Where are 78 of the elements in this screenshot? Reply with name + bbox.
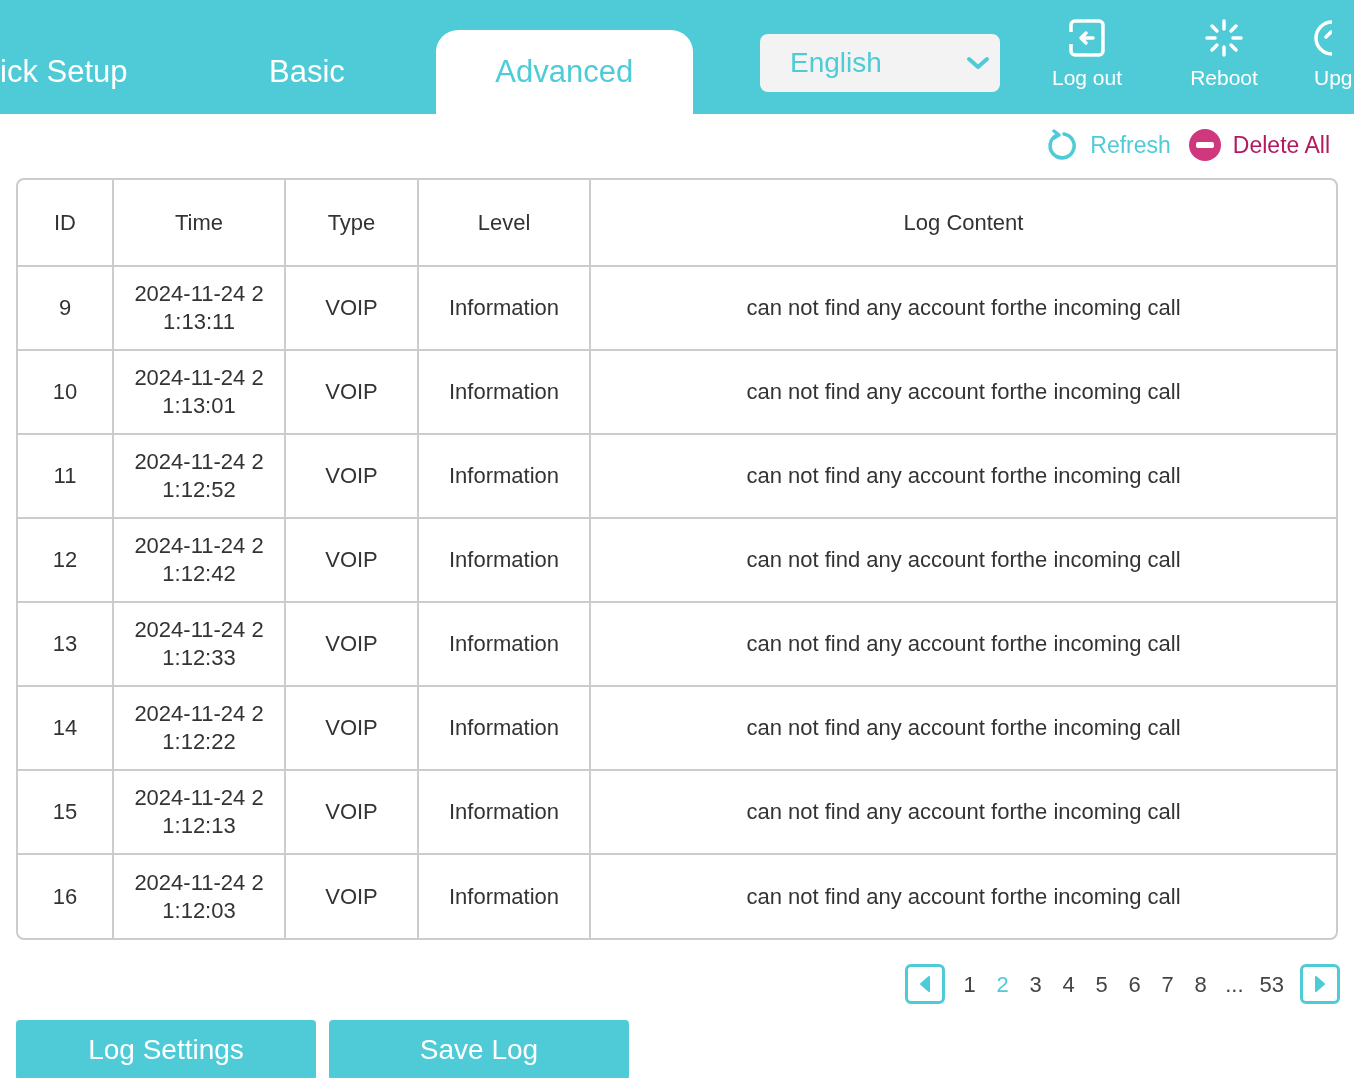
page-link[interactable]: 4 bbox=[1052, 967, 1086, 1001]
column-header: Type bbox=[285, 180, 418, 266]
table-cell: 12 bbox=[18, 518, 113, 602]
table-cell: 2024-11-24 21:12:13 bbox=[113, 770, 285, 854]
next-page-button[interactable] bbox=[1300, 964, 1340, 1004]
nav-tab[interactable]: Advanced bbox=[435, 30, 693, 114]
page-link[interactable]: 3 bbox=[1019, 967, 1053, 1001]
table-cell: can not find any account forthe incoming call bbox=[590, 770, 1336, 854]
table-cell: 15 bbox=[18, 770, 113, 854]
table-cell: 2024-11-24 21:12:42 bbox=[113, 518, 285, 602]
table-cell: VOIP bbox=[285, 266, 418, 350]
table-cell: VOIP bbox=[285, 854, 418, 938]
nav-tab[interactable]: ick Setup bbox=[0, 30, 179, 114]
table-cell: 16 bbox=[18, 854, 113, 938]
table-cell: 11 bbox=[18, 434, 113, 518]
page-link[interactable]: 6 bbox=[1118, 967, 1152, 1001]
table-cell: VOIP bbox=[285, 686, 418, 770]
table-cell: 2024-11-24 21:12:22 bbox=[113, 686, 285, 770]
chevron-down-icon bbox=[966, 55, 990, 71]
table-cell: Information bbox=[418, 350, 590, 434]
table-cell: Information bbox=[418, 854, 590, 938]
table-cell: 2024-11-24 21:13:11 bbox=[113, 266, 285, 350]
table-cell: Information bbox=[418, 770, 590, 854]
table-cell: 14 bbox=[18, 686, 113, 770]
page-link[interactable]: 2 bbox=[986, 967, 1020, 1001]
logout-icon bbox=[1067, 18, 1107, 58]
table-cell: can not find any account forthe incoming call bbox=[590, 854, 1336, 938]
table-cell: 2024-11-24 21:12:33 bbox=[113, 602, 285, 686]
table-cell: can not find any account forthe incoming call bbox=[590, 686, 1336, 770]
table-cell: can not find any account forthe incoming call bbox=[590, 434, 1336, 518]
column-header: Log Content bbox=[590, 180, 1336, 266]
table-cell: 10 bbox=[18, 350, 113, 434]
delete-all-button[interactable]: Delete All bbox=[1188, 127, 1330, 163]
table-cell: VOIP bbox=[285, 434, 418, 518]
table-cell: VOIP bbox=[285, 518, 418, 602]
header-action-label: Reboot bbox=[1190, 65, 1258, 91]
page-link[interactable]: 7 bbox=[1151, 967, 1185, 1001]
header-action-button[interactable]: Upg bbox=[1314, 18, 1354, 94]
table-cell: 2024-11-24 21:12:03 bbox=[113, 854, 285, 938]
table-cell: Information bbox=[418, 266, 590, 350]
page-link[interactable]: 5 bbox=[1085, 967, 1119, 1001]
log-settings-button[interactable]: Log Settings bbox=[16, 1020, 316, 1078]
chevron-right-icon bbox=[1313, 975, 1327, 993]
page-link[interactable]: 8 bbox=[1184, 967, 1218, 1001]
table-cell: VOIP bbox=[285, 602, 418, 686]
table-cell: Information bbox=[418, 602, 590, 686]
table-cell: Information bbox=[418, 518, 590, 602]
minus-circle-icon bbox=[1188, 129, 1221, 161]
table-cell: Information bbox=[418, 686, 590, 770]
table-cell: VOIP bbox=[285, 770, 418, 854]
refresh-button[interactable]: Refresh bbox=[1048, 127, 1171, 163]
language-select[interactable]: English bbox=[760, 34, 1000, 92]
table-cell: can not find any account forthe incoming call bbox=[590, 266, 1336, 350]
page-link[interactable]: 53 bbox=[1251, 967, 1292, 1001]
column-header: Level bbox=[418, 180, 590, 266]
table-cell: VOIP bbox=[285, 350, 418, 434]
header-action-label: Upg bbox=[1314, 65, 1353, 91]
page-link[interactable]: ... bbox=[1217, 967, 1252, 1001]
table-cell: can not find any account forthe incoming call bbox=[590, 518, 1336, 602]
nav-tab[interactable]: Basic bbox=[178, 30, 436, 114]
header-action-button[interactable]: Reboot bbox=[1174, 18, 1274, 94]
spinner-icon bbox=[1204, 18, 1244, 58]
table-cell: 13 bbox=[18, 602, 113, 686]
previous-page-button[interactable] bbox=[905, 964, 946, 1004]
header-action-label: Log out bbox=[1051, 65, 1123, 91]
page-link[interactable]: 1 bbox=[953, 967, 987, 1001]
table-cell: can not find any account forthe incoming call bbox=[590, 602, 1336, 686]
table-cell: can not find any account forthe incoming call bbox=[590, 350, 1336, 434]
save-log-button[interactable]: Save Log bbox=[329, 1020, 629, 1078]
table-cell: 2024-11-24 21:13:01 bbox=[113, 350, 285, 434]
column-header: Time bbox=[113, 180, 285, 266]
table-cell: 9 bbox=[18, 266, 113, 350]
refresh-icon bbox=[1048, 129, 1079, 161]
table-cell: 2024-11-24 21:12:52 bbox=[113, 434, 285, 518]
column-header: ID bbox=[18, 180, 113, 266]
header-action-button[interactable]: Log out bbox=[1037, 18, 1137, 94]
table-cell: Information bbox=[418, 434, 590, 518]
chevron-left-icon bbox=[918, 975, 933, 993]
